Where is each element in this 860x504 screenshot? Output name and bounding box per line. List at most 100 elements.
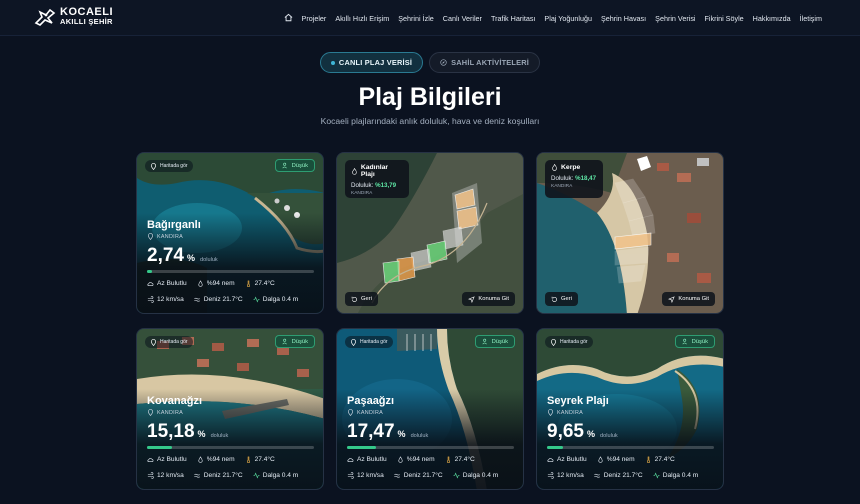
location-pin-icon xyxy=(550,338,557,346)
nav-hizli-erisim[interactable]: Akıllı Hızlı Erişim xyxy=(335,14,389,23)
go-to-location-button[interactable]: Konuma Git xyxy=(462,292,515,306)
users-icon xyxy=(282,162,287,169)
district: KANDIRA xyxy=(147,233,183,240)
brand-logo[interactable]: KOCAELI AKILLI ŞEHİR xyxy=(34,7,113,27)
cloud-sun-icon xyxy=(347,458,354,462)
tab-label: SAHİL AKTİVİTELERİ xyxy=(451,58,530,67)
nav-home[interactable] xyxy=(284,13,293,24)
wave-height: Dalga 0.4 m xyxy=(253,472,298,479)
wave-height: Dalga 0.4 m xyxy=(453,472,498,479)
activity-icon xyxy=(253,472,260,479)
users-icon xyxy=(282,338,287,345)
status-badge: Düşük xyxy=(474,335,515,348)
cloud-sun-icon xyxy=(147,458,154,462)
map-link[interactable]: Haritada gör xyxy=(345,336,393,348)
users-icon xyxy=(482,338,487,345)
navigation-icon xyxy=(668,295,676,303)
occupancy-bar xyxy=(147,270,314,273)
humidity-icon xyxy=(198,280,203,287)
main-nav: Projeler Akıllı Hızlı Erişim Şehrini İzl… xyxy=(284,0,822,36)
status-badge: Düşük xyxy=(674,335,715,348)
thermometer-icon xyxy=(446,456,450,463)
navigation-icon xyxy=(468,295,476,303)
status-badge: Düşük xyxy=(274,335,315,348)
nav-canli-veriler[interactable]: Canlı Veriler xyxy=(443,14,482,23)
sea-row: 12 km/sa Deniz 21.7°C Dalga 0.4 m xyxy=(147,296,298,303)
tab-canli-plaj-verisi[interactable]: CANLI PLAJ VERİSİ xyxy=(319,52,424,73)
location-pin-icon xyxy=(547,409,554,416)
beach-info-popup: Kadınlar Plajı Doluluk: %13,79 KANDIRA xyxy=(345,160,409,198)
map-link[interactable]: Haritada gör xyxy=(145,160,193,172)
beach-name: Seyrek Plajı xyxy=(547,395,609,407)
compass-icon xyxy=(440,59,447,66)
occupancy: 2,74 % doluluk xyxy=(147,245,218,266)
wind: 12 km/sa xyxy=(147,296,184,303)
status-badge: Düşük xyxy=(274,159,315,172)
occupancy: 9,65 % doluluk xyxy=(547,421,618,442)
wind-icon xyxy=(147,472,154,479)
location-pin-icon xyxy=(350,338,357,346)
beach-card-seyrek-plaji[interactable]: Haritada gör Düşük Seyrek Plajı KANDIRA … xyxy=(536,328,724,490)
beach-card-kadinlar-plaji[interactable]: Kadınlar Plajı Doluluk: %13,79 KANDIRA G… xyxy=(336,152,524,314)
sea-temp: Deniz 21.7°C xyxy=(594,472,643,479)
district: KANDIRA xyxy=(551,184,573,189)
fill-value: %18,47 xyxy=(575,175,597,182)
nav-fikrini-soyle[interactable]: Fikrini Söyle xyxy=(705,14,744,23)
beach-card-kovanagzi[interactable]: Haritada gör Düşük Kovanağzı KANDIRA 15,… xyxy=(136,328,324,490)
occupancy-value: 2,74 xyxy=(147,245,184,266)
tab-sahil-aktiviteleri[interactable]: SAHİL AKTİVİTELERİ xyxy=(429,52,541,73)
temperature: 27.4°C xyxy=(245,456,275,463)
map-link[interactable]: Haritada gör xyxy=(145,336,193,348)
brand-line1: KOCAELI xyxy=(60,6,113,18)
temperature: 27.4°C xyxy=(645,456,675,463)
go-to-location-button[interactable]: Konuma Git xyxy=(662,292,715,306)
occupancy-bar xyxy=(547,446,714,449)
nav-hakkimizda[interactable]: Hakkımızda xyxy=(753,14,791,23)
weather: Az Bulutlu xyxy=(147,280,187,287)
beach-name: Kovanağzı xyxy=(147,395,203,407)
back-button[interactable]: Geri xyxy=(345,292,378,306)
cloud-sun-icon xyxy=(547,458,554,462)
location-pin-icon xyxy=(147,409,154,416)
beach-card-pasaagzi[interactable]: Haritada gör Düşük Paşaağzı KANDIRA 17,4… xyxy=(336,328,524,490)
waves-icon xyxy=(394,473,400,478)
location-pin-icon xyxy=(347,409,354,416)
weather: Az Bulutlu xyxy=(547,456,587,463)
sea-row: 12 km/sa Deniz 21.7°C Dalga 0.4 m xyxy=(347,472,498,479)
sea-row: 12 km/sa Deniz 21.7°C Dalga 0.4 m xyxy=(147,472,298,479)
weather-row: Az Bulutlu %94 nem 27.4°C xyxy=(547,456,675,463)
district: KANDIRA xyxy=(147,409,183,416)
temperature: 27.4°C xyxy=(245,280,275,287)
map-link[interactable]: Haritada gör xyxy=(545,336,593,348)
fire-icon xyxy=(352,167,357,175)
beach-name: Paşaağzı xyxy=(347,395,395,407)
nav-sehrin-havasi[interactable]: Şehrin Havası xyxy=(601,14,646,23)
nav-trafik-haritasi[interactable]: Trafik Haritası xyxy=(491,14,535,23)
nav-plaj-yogunlugu[interactable]: Plaj Yoğunluğu xyxy=(544,14,592,23)
page-subtitle: Kocaeli plajlarındaki anlık doluluk, hav… xyxy=(320,116,540,126)
back-button[interactable]: Geri xyxy=(545,292,578,306)
beach-info-popup: Kerpe Doluluk: %18,47 KANDIRA xyxy=(545,160,603,198)
nav-sehrin-verisi[interactable]: Şehrin Verisi xyxy=(655,14,695,23)
wind: 12 km/sa xyxy=(547,472,584,479)
beach-card-kerpe[interactable]: Kerpe Doluluk: %18,47 KANDIRA Geri Konum… xyxy=(536,152,724,314)
occupancy: 17,47 % doluluk xyxy=(347,421,429,442)
wave-height: Dalga 0.4 m xyxy=(653,472,698,479)
occupancy-value: 9,65 xyxy=(547,421,584,442)
logo-icon xyxy=(34,8,56,26)
top-navbar: KOCAELI AKILLI ŞEHİR Projeler Akıllı Hız… xyxy=(0,0,860,36)
nav-sehrini-izle[interactable]: Şehrini İzle xyxy=(398,14,434,23)
location-pin-icon xyxy=(147,233,154,240)
page-title: Plaj Bilgileri xyxy=(358,83,502,111)
nav-projeler[interactable]: Projeler xyxy=(302,14,327,23)
sea-temp: Deniz 21.7°C xyxy=(194,296,243,303)
fire-icon xyxy=(552,164,557,171)
wind: 12 km/sa xyxy=(347,472,384,479)
wind-icon xyxy=(147,296,154,303)
rotate-ccw-icon xyxy=(551,296,557,302)
activity-icon xyxy=(453,472,460,479)
nav-iletisim[interactable]: İletişim xyxy=(800,14,822,23)
humidity: %94 nem xyxy=(397,456,435,463)
wind: 12 km/sa xyxy=(147,472,184,479)
beach-card-bagirganli[interactable]: Haritada gör Düşük Bağırganlı KANDIRA 2,… xyxy=(136,152,324,314)
